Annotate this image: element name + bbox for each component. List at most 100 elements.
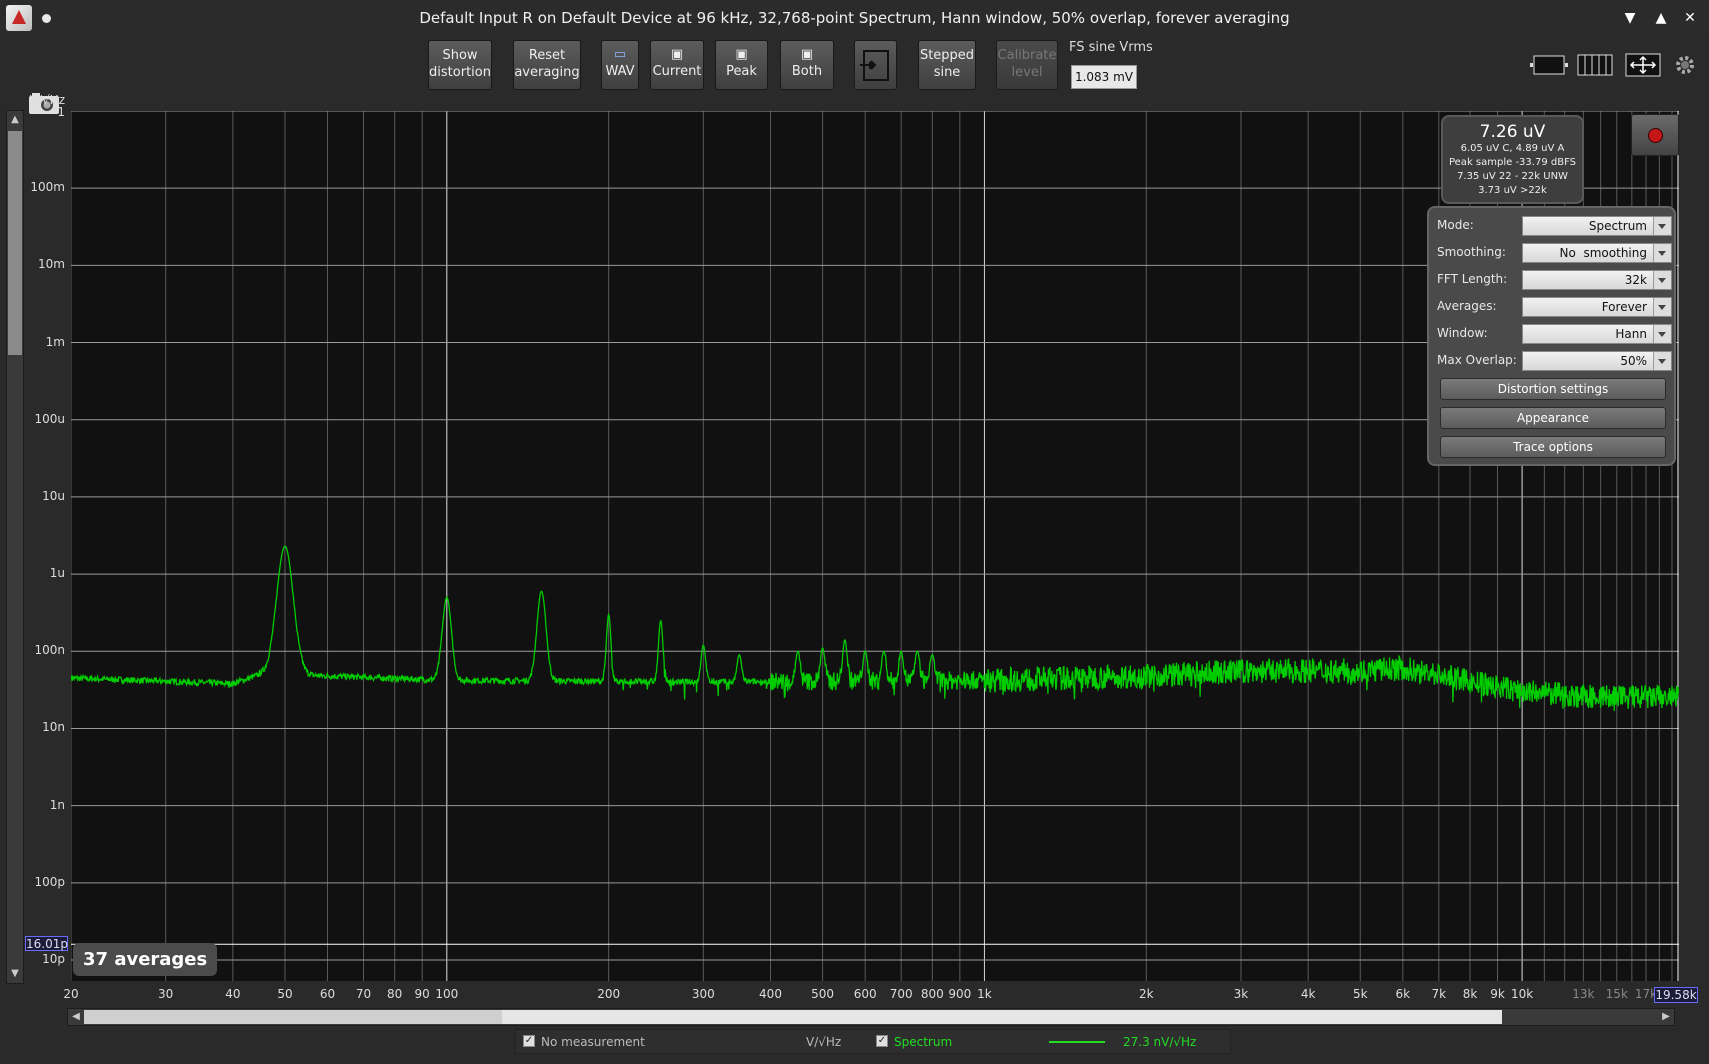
x-tick-label: 4k xyxy=(1300,987,1316,1001)
no-measurement-label: No measurement xyxy=(541,1035,645,1049)
columns-layout-icon[interactable] xyxy=(1577,52,1613,78)
window-value: Hann xyxy=(1615,327,1647,341)
trace-legend: ✓ No measurement V/√Hz ✓ Spectrum 27.3 n… xyxy=(515,1029,1231,1054)
monitor-layout-icon[interactable] xyxy=(1527,52,1569,78)
y-tick-label: 10m xyxy=(38,257,65,272)
max-overlap-select[interactable]: 50% xyxy=(1522,351,1672,371)
save-icon: ▣ xyxy=(800,47,814,62)
x-tick-label: 800 xyxy=(920,987,944,1001)
chevron-down-icon[interactable] xyxy=(1653,325,1671,343)
window-select[interactable]: Hann xyxy=(1522,324,1672,344)
averages-label: Averages: xyxy=(1437,299,1497,313)
window-title: Default Input R on Default Device at 96 … xyxy=(419,9,1290,27)
both-label: Both xyxy=(791,64,823,79)
readout-peak-sample: Peak sample -33.79 dBFS xyxy=(1448,157,1576,168)
x-tick-label: 500 xyxy=(811,987,835,1001)
scroll-down-icon[interactable]: ▼ xyxy=(9,967,21,981)
save-icon: ▣ xyxy=(735,47,748,62)
save-icon: ▣ xyxy=(670,47,684,62)
x-tick-label: 600 xyxy=(853,987,877,1001)
spectrum-checkbox[interactable]: ✓ xyxy=(876,1035,888,1047)
wav-button[interactable]: ▭ WAV xyxy=(601,40,639,90)
y-tick-label: 10n xyxy=(42,720,65,735)
window-row: Window: Hann xyxy=(1437,324,1672,344)
y-tick-label: 10u xyxy=(42,488,65,503)
mode-select[interactable]: Spectrum xyxy=(1522,216,1672,236)
x-tick-label: 6k xyxy=(1395,987,1411,1001)
fft-length-value: 32k xyxy=(1624,273,1647,287)
max-overlap-value: 50% xyxy=(1620,354,1647,368)
scroll-left-icon[interactable]: ◀ xyxy=(68,1009,84,1025)
chevron-down-icon[interactable] xyxy=(1653,217,1671,235)
chevron-down-icon[interactable] xyxy=(1653,271,1671,289)
y-cursor-marker[interactable]: 16.01p xyxy=(25,936,68,951)
save-both-button[interactable]: ▣ Both xyxy=(780,40,834,90)
x-tick-label: 7k xyxy=(1431,987,1447,1001)
x-tick-label: 13k xyxy=(1572,987,1595,1001)
settings-panel: Mode: Spectrum Smoothing: No smoothing F… xyxy=(1427,206,1676,466)
x-tick-label: 20 xyxy=(63,987,79,1001)
fit-screen-icon[interactable] xyxy=(1625,52,1661,78)
save-current-button[interactable]: ▣ Current xyxy=(650,40,704,90)
readout-above-22k: 3.73 uV >22k xyxy=(1478,185,1547,196)
chevron-down-icon[interactable] xyxy=(1653,244,1671,262)
appearance-button[interactable]: Appearance xyxy=(1440,407,1666,429)
trace-options-button[interactable]: Trace options xyxy=(1440,436,1666,458)
y-tick-label: 1 xyxy=(57,105,65,119)
x-tick-label: 70 xyxy=(355,987,372,1001)
max-overlap-row: Max Overlap: 50% xyxy=(1437,351,1672,371)
horizontal-scroll-track-left[interactable] xyxy=(84,1010,502,1024)
readout-unweighted: 7.35 uV 22 - 22k UNW xyxy=(1457,171,1568,182)
import-button[interactable] xyxy=(854,40,897,90)
chevron-down-icon[interactable] xyxy=(1653,298,1671,316)
smoothing-select[interactable]: No smoothing xyxy=(1522,243,1672,263)
calibrate-level-button[interactable]: Calibrate level xyxy=(996,40,1058,90)
averages-badge: 37 averages xyxy=(73,943,218,976)
fft-length-row: FFT Length: 32k xyxy=(1437,270,1672,290)
record-button[interactable] xyxy=(1631,114,1679,156)
stepped-sine-button[interactable]: Stepped sine xyxy=(918,40,976,90)
averages-value: Forever xyxy=(1601,300,1647,314)
x-tick-label: 10k xyxy=(1510,987,1534,1001)
record-icon xyxy=(1648,128,1663,143)
title-bar: Default Input R on Default Device at 96 … xyxy=(0,0,1709,38)
x-tick-label: 50 xyxy=(277,987,293,1001)
no-measurement-checkbox[interactable]: ✓ xyxy=(523,1035,535,1047)
spectrum-swatch xyxy=(1049,1041,1105,1043)
vertical-scrollbar[interactable]: ▲ ▼ xyxy=(6,110,24,984)
y-tick-label: 10p xyxy=(42,952,65,966)
distortion-settings-button[interactable]: Distortion settings xyxy=(1440,378,1666,400)
show-distortion-button[interactable]: Show distortion xyxy=(428,40,492,90)
x-tick-label: 200 xyxy=(597,987,621,1001)
x-tick-label: 60 xyxy=(319,987,336,1001)
fs-sine-value-field[interactable]: 1.083 mV xyxy=(1071,65,1137,89)
smoothing-row: Smoothing: No smoothing xyxy=(1437,243,1672,263)
scroll-right-icon[interactable]: ▶ xyxy=(1658,1009,1674,1025)
mode-row: Mode: Spectrum xyxy=(1437,216,1672,236)
legend-unit: V/√Hz xyxy=(806,1035,842,1049)
y-tick-label: 1u xyxy=(49,566,65,581)
save-peak-button[interactable]: ▣ Peak xyxy=(715,40,768,90)
horizontal-scroll-thumb[interactable] xyxy=(502,1010,1502,1024)
gear-icon[interactable] xyxy=(1673,52,1697,78)
fft-length-select[interactable]: 32k xyxy=(1522,270,1672,290)
y-tick-label: 100n xyxy=(34,643,65,658)
max-overlap-label: Max Overlap: xyxy=(1437,353,1517,367)
close-button[interactable]: ✕ xyxy=(1680,8,1700,28)
x-tick-label: 9k xyxy=(1490,987,1505,1001)
readout-weighted: 6.05 uV C, 4.89 uV A xyxy=(1460,143,1565,154)
vertical-scroll-thumb[interactable] xyxy=(8,131,22,355)
scroll-up-icon[interactable]: ▲ xyxy=(9,113,21,127)
horizontal-scrollbar[interactable]: ◀ ▶ xyxy=(67,1008,1675,1026)
x-cursor-marker[interactable]: 19.58k xyxy=(1654,987,1698,1003)
minimize-button[interactable]: ▼ xyxy=(1620,8,1640,28)
x-tick-label: 8k xyxy=(1462,987,1478,1001)
x-tick-label: 3k xyxy=(1233,987,1249,1001)
averages-select[interactable]: Forever xyxy=(1522,297,1672,317)
fs-sine-label: FS sine Vrms xyxy=(1069,40,1153,55)
x-tick-label: 300 xyxy=(691,987,715,1001)
maximize-button[interactable]: ▲ xyxy=(1651,8,1671,28)
smoothing-label: Smoothing: xyxy=(1437,245,1506,259)
reset-averaging-button[interactable]: Reset averaging xyxy=(513,40,581,90)
chevron-down-icon[interactable] xyxy=(1653,352,1671,370)
